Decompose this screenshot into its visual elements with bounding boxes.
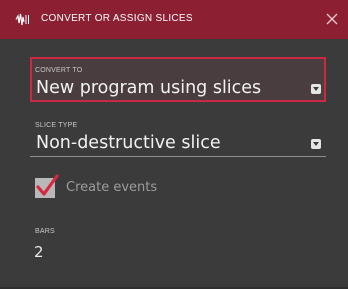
bars-value-field[interactable]: 2 [34,243,44,261]
bars-label: BARS [35,228,55,235]
dialog-title: CONVERT OR ASSIGN SLICES [41,13,193,24]
slice-type-underline [30,156,326,157]
create-events-checkbox[interactable] [35,174,59,198]
convert-to-value: New program using slices [36,78,262,98]
slice-waveform-icon [15,13,29,26]
convert-to-label: CONVERT TO [35,67,83,74]
create-events-label[interactable]: Create events [66,180,157,195]
checkmark-icon [36,174,59,196]
close-icon[interactable] [323,10,341,28]
convert-assign-slices-dialog: CONVERT OR ASSIGN SLICES CONVERT TO New … [0,0,348,289]
chevron-down-icon[interactable] [311,84,321,94]
slice-type-value: Non-destructive slice [36,133,221,153]
dialog-title-bar: CONVERT OR ASSIGN SLICES [0,0,348,39]
slice-type-label: SLICE TYPE [35,122,78,129]
chevron-down-icon[interactable] [311,139,321,149]
